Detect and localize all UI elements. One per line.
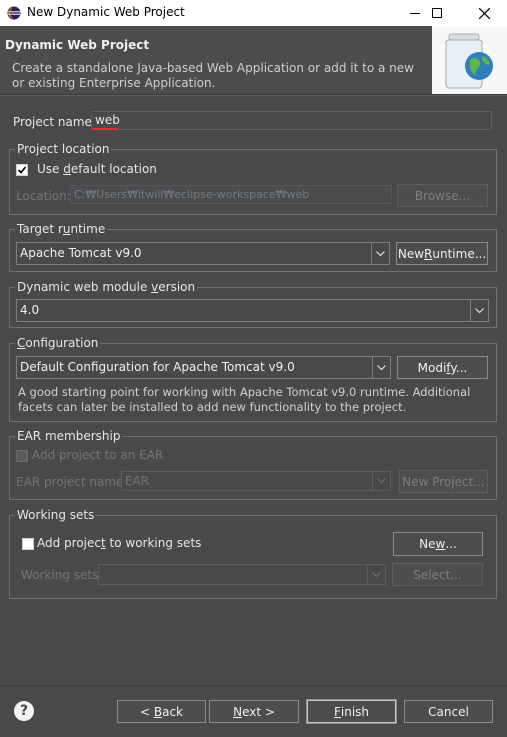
chevron-down-icon (372, 357, 390, 378)
location-input[interactable]: C:₩Users₩itwill₩eclipse-workspace₩web (70, 185, 392, 204)
project-name-value: web (95, 113, 120, 127)
banner-separator (0, 95, 507, 96)
working-sets-group-label: Working sets (15, 508, 97, 522)
location-label: Location: (16, 189, 71, 203)
target-runtime-select[interactable]: Apache Tomcat v9.0 (16, 242, 390, 265)
wizard-banner-image (432, 26, 507, 94)
configuration-description: A good starting point for working with A… (18, 385, 471, 414)
project-location-group-label: Project location (15, 142, 112, 156)
add-to-working-sets-label[interactable]: Add project to working sets (37, 536, 201, 550)
new-working-set-button[interactable]: Ne w... (393, 532, 483, 556)
add-to-ear-label[interactable]: Add project to an EAR (32, 448, 163, 462)
chevron-down-icon (367, 565, 385, 584)
window-title-bar[interactable]: New Dynamic Web Project (0, 0, 507, 26)
ear-project-select[interactable]: EAR (121, 471, 391, 491)
ear-project-value: EAR (125, 474, 150, 488)
help-glyph: ? (19, 703, 29, 719)
working-sets-group (9, 515, 497, 599)
new-runtime-button[interactable]: New Runtime... (396, 242, 488, 265)
wizard-heading: Dynamic Web Project (5, 38, 150, 52)
working-sets-select[interactable] (98, 564, 386, 585)
finish-button[interactable]: Finish (306, 699, 397, 724)
location-value: C:₩Users₩itwill₩eclipse-workspace₩web (74, 188, 310, 201)
modify-button[interactable]: Modi f y... (397, 356, 488, 379)
web-project-jar-icon (445, 33, 493, 89)
back-button[interactable]: < Back (117, 700, 206, 723)
ear-project-name-label: EAR project name: (16, 475, 128, 489)
ear-membership-group-label: EAR membership (15, 429, 123, 443)
next-button[interactable]: Next > (209, 700, 299, 723)
add-to-working-sets-checkbox[interactable] (22, 538, 34, 550)
configuration-group-label: Configuration (15, 336, 101, 350)
select-working-sets-button[interactable]: Select... (392, 563, 483, 586)
module-version-select[interactable]: 4.0 (16, 299, 489, 322)
project-name-input[interactable]: web (91, 111, 492, 130)
module-version-group-label: Dynamic web module version (15, 280, 198, 294)
help-icon[interactable]: ? (14, 701, 34, 721)
eclipse-icon (7, 6, 21, 20)
footer-separator (0, 685, 507, 686)
target-runtime-group-label: Target runtime (15, 222, 108, 236)
configuration-value: Default Configuration for Apache Tomcat … (20, 360, 295, 374)
add-to-ear-checkbox[interactable] (16, 450, 28, 462)
cancel-button[interactable]: Cancel (404, 700, 493, 723)
chevron-down-icon (371, 243, 389, 264)
chevron-down-icon (470, 300, 488, 321)
close-icon (478, 7, 490, 19)
new-ear-project-button[interactable]: New Project... (399, 470, 488, 493)
configuration-select[interactable]: Default Configuration for Apache Tomcat … (16, 356, 391, 379)
close-button[interactable] (461, 0, 507, 26)
use-default-location-label[interactable]: Use default location (37, 162, 157, 176)
module-version-value: 4.0 (20, 303, 40, 317)
maximize-icon (432, 8, 442, 18)
working-sets-label: Working sets: (21, 568, 103, 582)
chevron-down-icon (372, 472, 390, 490)
spellcheck-underline (92, 128, 118, 130)
window-title: New Dynamic Web Project (27, 5, 185, 19)
checkmark-icon (17, 166, 27, 174)
target-runtime-value: Apache Tomcat v9.0 (20, 246, 142, 260)
wizard-banner: Dynamic Web Project Create a standalone … (0, 26, 507, 95)
project-name-label: Project name: (13, 115, 96, 129)
wizard-description: Create a standalone Java-based Web Appli… (12, 61, 414, 90)
use-default-location-checkbox[interactable] (16, 164, 28, 176)
maximize-button[interactable] (414, 0, 460, 26)
browse-button[interactable]: Browse... (397, 184, 488, 207)
